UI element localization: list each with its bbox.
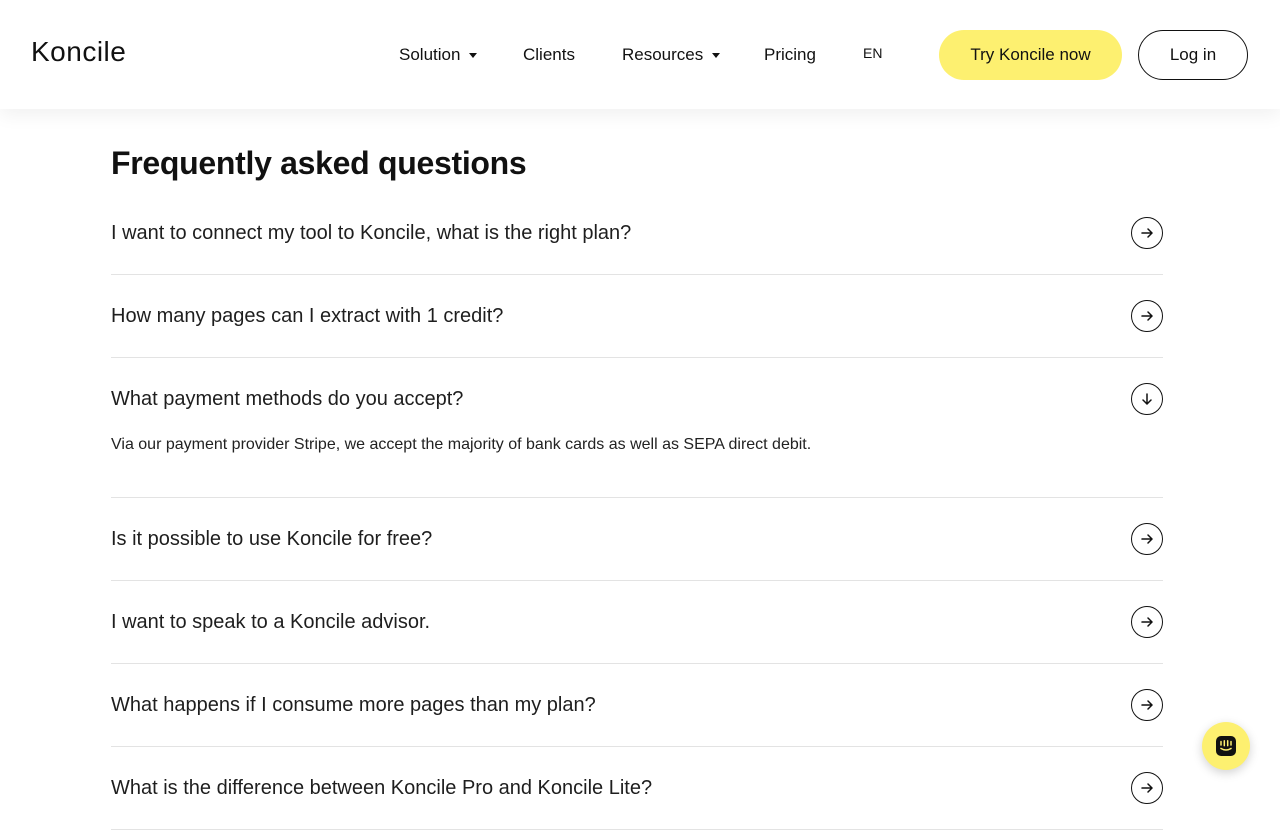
- nav-resources[interactable]: Resources: [622, 44, 721, 66]
- arrow-right-icon[interactable]: [1131, 217, 1163, 249]
- faq-question: What payment methods do you accept?: [111, 387, 464, 410]
- nav-solution-label: Solution: [399, 45, 461, 64]
- faq-question: How many pages can I extract with 1 cred…: [111, 304, 504, 327]
- login-button[interactable]: Log in: [1138, 30, 1248, 80]
- chat-icon: [1214, 734, 1238, 758]
- language-selector[interactable]: EN: [863, 45, 882, 61]
- nav-pricing[interactable]: Pricing: [764, 44, 816, 66]
- faq-question: Is it possible to use Koncile for free?: [111, 527, 433, 550]
- faq-question-toggle[interactable]: I want to connect my tool to Koncile, wh…: [111, 192, 1163, 274]
- faq-list: I want to connect my tool to Koncile, wh…: [111, 192, 1163, 830]
- arrow-right-icon[interactable]: [1131, 523, 1163, 555]
- nav-solution[interactable]: Solution: [399, 44, 478, 66]
- try-koncile-button[interactable]: Try Koncile now: [939, 30, 1122, 80]
- arrow-right-icon[interactable]: [1131, 606, 1163, 638]
- nav-resources-label: Resources: [622, 45, 704, 64]
- chevron-down-icon: [469, 52, 478, 58]
- faq-title: Frequently asked questions: [111, 145, 527, 181]
- faq-answer: Via our payment provider Stripe, we acce…: [111, 436, 812, 453]
- faq-question-toggle[interactable]: What is the difference between Koncile P…: [111, 747, 1163, 829]
- chat-launcher-button[interactable]: [1202, 722, 1250, 770]
- faq-item: What is the difference between Koncile P…: [111, 747, 1163, 830]
- nav-clients[interactable]: Clients: [523, 44, 575, 66]
- faq-item: Is it possible to use Koncile for free?: [111, 498, 1163, 581]
- faq-question: What happens if I consume more pages tha…: [111, 693, 596, 716]
- faq-item: What happens if I consume more pages tha…: [111, 664, 1163, 747]
- faq-item-expanded: What payment methods do you accept? Via …: [111, 358, 1163, 498]
- faq-question: I want to connect my tool to Koncile, wh…: [111, 221, 632, 244]
- site-header: Koncile Solution Clients Resources Prici…: [0, 0, 1280, 109]
- chevron-down-icon: [712, 52, 721, 58]
- faq-item: How many pages can I extract with 1 cred…: [111, 275, 1163, 358]
- faq-item: I want to connect my tool to Koncile, wh…: [111, 192, 1163, 275]
- nav-clients-label: Clients: [523, 45, 575, 64]
- faq-question-toggle[interactable]: I want to speak to a Koncile advisor.: [111, 581, 1163, 663]
- arrow-right-icon[interactable]: [1131, 300, 1163, 332]
- faq-question-toggle[interactable]: Is it possible to use Koncile for free?: [111, 498, 1163, 580]
- koncile-logo[interactable]: Koncile: [31, 36, 126, 68]
- nav-pricing-label: Pricing: [764, 45, 816, 64]
- faq-question: What is the difference between Koncile P…: [111, 776, 653, 799]
- faq-question-toggle[interactable]: What payment methods do you accept?: [111, 358, 1163, 440]
- faq-item: I want to speak to a Koncile advisor.: [111, 581, 1163, 664]
- faq-question-toggle[interactable]: What happens if I consume more pages tha…: [111, 664, 1163, 746]
- arrow-right-icon[interactable]: [1131, 772, 1163, 804]
- faq-question: I want to speak to a Koncile advisor.: [111, 610, 431, 633]
- arrow-right-icon[interactable]: [1131, 689, 1163, 721]
- arrow-down-icon[interactable]: [1131, 383, 1163, 415]
- faq-question-toggle[interactable]: How many pages can I extract with 1 cred…: [111, 275, 1163, 357]
